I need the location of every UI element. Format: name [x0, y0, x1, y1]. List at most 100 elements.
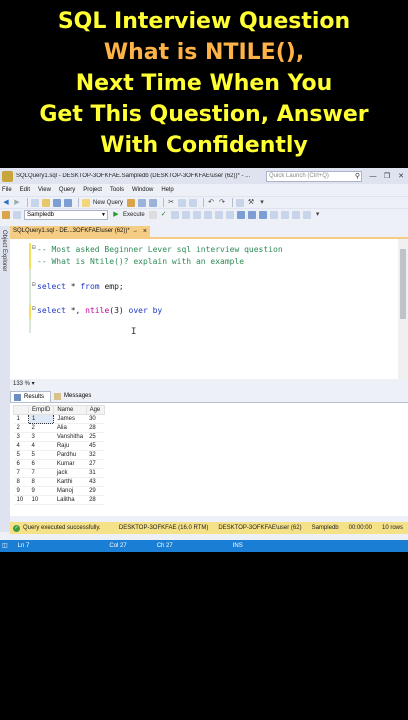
cell-age[interactable]: 32 [86, 450, 105, 460]
save-all-icon[interactable] [64, 198, 72, 207]
wrench-icon[interactable]: ⚒ [247, 199, 255, 207]
column-header-age[interactable]: Age [85, 405, 105, 415]
find-icon[interactable] [236, 198, 245, 207]
analysis-query-icon[interactable] [138, 198, 147, 207]
zoom-level[interactable]: 133 % ▾ [10, 379, 408, 389]
redo-icon[interactable]: ↷ [218, 199, 226, 207]
change-connection-icon[interactable] [2, 210, 10, 219]
cell-age[interactable]: 28 [86, 423, 105, 433]
paste-icon[interactable] [189, 198, 198, 207]
increase-indent-icon[interactable] [302, 210, 311, 219]
disconnect-icon[interactable] [13, 210, 21, 219]
menu-project[interactable]: Project [83, 187, 102, 193]
cell-name[interactable]: Pardhu [53, 450, 87, 460]
editor-scrollbar[interactable] [398, 239, 408, 379]
cell-name[interactable]: Raju [53, 441, 87, 451]
collapse-icon[interactable]: ⊟ [32, 244, 36, 251]
collapse-icon[interactable]: ⊟ [32, 281, 36, 288]
minimize-button[interactable]: — [366, 173, 380, 180]
cell-name[interactable]: Vanshitha [53, 432, 87, 442]
menu-view[interactable]: View [38, 187, 51, 193]
toolbar-options-icon[interactable]: ▾ [258, 199, 266, 207]
cell-empid[interactable]: 6 [28, 459, 54, 469]
tab-results[interactable]: Results [10, 391, 52, 402]
live-statistics-icon[interactable] [214, 210, 223, 219]
query-editor[interactable]: ⊟ ⊟ ⊟ -- Most asked Beginner Lever sql i… [10, 239, 408, 379]
document-tab[interactable]: SQLQuery1.sql - DE...3OFKFAE\user (62))*… [10, 226, 150, 237]
execute-icon[interactable]: ▶ [112, 211, 120, 219]
cell-name[interactable]: Manoj [53, 486, 87, 496]
cell-empid[interactable]: 9 [28, 486, 54, 496]
table-row[interactable]: 10 10 Lalitha 28 [13, 495, 105, 505]
close-window-button[interactable]: ✕ [394, 172, 408, 180]
decrease-indent-icon[interactable] [291, 210, 300, 219]
cell-empid[interactable]: 7 [28, 468, 54, 478]
results-to-grid-icon[interactable] [247, 210, 256, 219]
execute-button[interactable]: Execute [123, 212, 145, 218]
menu-help[interactable]: Help [161, 187, 173, 193]
restore-button[interactable]: ❐ [380, 172, 394, 180]
cell-age[interactable]: 31 [86, 468, 105, 478]
cell-name[interactable]: Kumar [53, 459, 87, 469]
cut-icon[interactable]: ✂ [167, 199, 175, 207]
table-row[interactable]: 4 4 Raju 45 [13, 441, 105, 451]
cell-age[interactable]: 28 [86, 495, 105, 505]
table-row[interactable]: 3 3 Vanshitha 25 [13, 432, 105, 442]
menu-tools[interactable]: Tools [110, 187, 124, 193]
parse-checkmark-icon[interactable]: ✓ [160, 211, 168, 219]
column-header-name[interactable]: Name [53, 405, 87, 415]
cell-empid[interactable]: 4 [28, 441, 54, 451]
table-row[interactable]: 9 9 Manoj 29 [13, 486, 105, 496]
close-tab-icon[interactable]: × [143, 226, 147, 237]
comment-lines-icon[interactable] [269, 210, 278, 219]
menu-window[interactable]: Window [132, 187, 153, 193]
intellisense-icon[interactable] [192, 210, 201, 219]
actual-plan-icon[interactable] [203, 210, 212, 219]
cell-empid[interactable]: 1 [27, 414, 55, 424]
results-to-file-icon[interactable] [258, 210, 267, 219]
uncomment-lines-icon[interactable] [280, 210, 289, 219]
cancel-query-icon[interactable] [148, 210, 157, 219]
pin-icon[interactable]: → [132, 226, 138, 237]
back-icon[interactable]: ◀ [2, 199, 10, 207]
table-row[interactable]: 5 5 Pardhu 32 [13, 450, 105, 460]
new-query-button[interactable]: New Query [93, 200, 123, 206]
new-project-icon[interactable] [31, 198, 39, 207]
undo-icon[interactable]: ↶ [207, 199, 215, 207]
new-query-icon[interactable] [82, 198, 90, 207]
cell-name[interactable]: jack [53, 468, 87, 478]
client-statistics-icon[interactable] [225, 210, 234, 219]
results-grid[interactable]: EmpID Name Age 1 1 James 30 2 2 Alia 28 … [10, 402, 408, 516]
xmla-query-icon[interactable] [149, 198, 158, 207]
cell-age[interactable]: 25 [86, 432, 105, 442]
query-designer-icon[interactable] [181, 210, 190, 219]
open-file-icon[interactable] [42, 198, 50, 207]
save-icon[interactable] [53, 198, 61, 207]
cell-age[interactable]: 29 [86, 486, 105, 496]
cell-empid[interactable]: 5 [28, 450, 54, 460]
table-row[interactable]: 1 1 James 30 [13, 414, 105, 424]
cell-name[interactable]: Lalitha [53, 495, 87, 505]
object-explorer-tab[interactable]: Object Explorer [0, 226, 10, 532]
scrollbar-thumb[interactable] [400, 249, 406, 319]
toolbar-options-icon[interactable]: ▾ [314, 211, 322, 219]
menu-file[interactable]: File [2, 187, 12, 193]
column-header-empid[interactable]: EmpID [27, 405, 55, 415]
menu-edit[interactable]: Edit [20, 187, 30, 193]
results-to-text-icon[interactable] [236, 210, 245, 219]
estimated-plan-icon[interactable] [170, 210, 179, 219]
cell-empid[interactable]: 2 [28, 423, 54, 433]
table-row[interactable]: 8 8 Karthi 43 [13, 477, 105, 487]
tab-messages[interactable]: Messages [51, 391, 97, 402]
cell-empid[interactable]: 3 [28, 432, 54, 442]
table-row[interactable]: 7 7 jack 31 [13, 468, 105, 478]
cell-age[interactable]: 45 [86, 441, 105, 451]
cell-empid[interactable]: 10 [28, 495, 54, 505]
table-row[interactable]: 6 6 Kumar 27 [13, 459, 105, 469]
copy-icon[interactable] [178, 198, 187, 207]
cell-name[interactable]: James [53, 414, 87, 424]
cell-empid[interactable]: 8 [28, 477, 54, 487]
menu-query[interactable]: Query [59, 187, 75, 193]
quick-launch-input[interactable]: Quick Launch (Ctrl+Q) ⚲ [266, 170, 362, 182]
collapse-icon[interactable]: ⊟ [32, 305, 36, 312]
